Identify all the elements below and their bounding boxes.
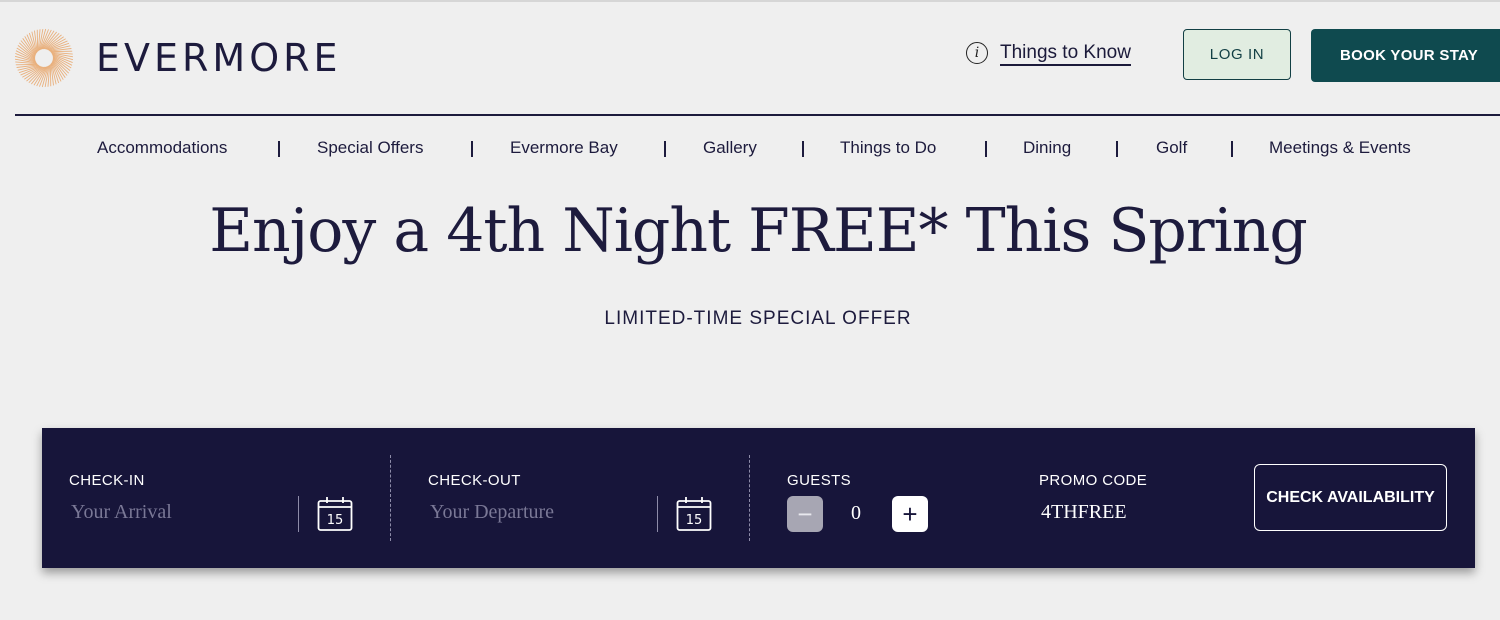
- nav-separator: [278, 141, 280, 157]
- nav-item-evermore-bay[interactable]: Evermore Bay: [510, 138, 618, 158]
- nav-item-accommodations[interactable]: Accommodations: [97, 138, 227, 158]
- nav-item-things-to-do[interactable]: Things to Do: [840, 138, 936, 158]
- promo-code-label: PROMO CODE: [1039, 472, 1148, 489]
- nav-separator: [1116, 141, 1118, 157]
- nav-item-dining[interactable]: Dining: [1023, 138, 1071, 158]
- login-button[interactable]: LOG IN: [1183, 29, 1291, 80]
- plus-icon: +: [902, 498, 918, 529]
- nav-separator: [985, 141, 987, 157]
- things-to-know-link[interactable]: Things to Know: [1000, 42, 1131, 64]
- top-border: [0, 0, 1500, 2]
- nav-item-golf[interactable]: Golf: [1156, 138, 1187, 158]
- calendar-day: 15: [327, 513, 344, 528]
- guests-count: 0: [851, 502, 861, 524]
- section-divider: [390, 455, 391, 541]
- guests-increment-button[interactable]: +: [892, 496, 928, 532]
- calendar-icon[interactable]: 15: [676, 496, 712, 532]
- nav-separator: [664, 141, 666, 157]
- sunburst-logo-icon: [14, 28, 74, 88]
- main-nav: Accommodations Special Offers Evermore B…: [0, 138, 1500, 166]
- checkin-label: CHECK-IN: [69, 472, 145, 489]
- nav-item-special-offers[interactable]: Special Offers: [317, 138, 423, 158]
- check-availability-button[interactable]: CHECK AVAILABILITY: [1254, 464, 1447, 531]
- hero-title: Enjoy a 4th Night FREE* This Spring: [209, 196, 1308, 266]
- nav-separator: [1231, 141, 1233, 157]
- calendar-icon[interactable]: 15: [317, 496, 353, 532]
- header-divider: [15, 114, 1500, 116]
- guests-label: GUESTS: [787, 472, 852, 489]
- brand-logo[interactable]: EVERMORE: [14, 28, 342, 88]
- brand-name: EVERMORE: [96, 36, 342, 80]
- calendar-day: 15: [686, 513, 703, 528]
- hero-subtitle: LIMITED-TIME SPECIAL OFFER: [604, 308, 912, 329]
- nav-separator: [471, 141, 473, 157]
- guests-decrement-button[interactable]: −: [787, 496, 823, 532]
- field-divider: [657, 496, 658, 532]
- checkout-input[interactable]: Your Departure: [430, 501, 554, 524]
- info-icon: i: [966, 42, 988, 64]
- nav-separator: [802, 141, 804, 157]
- things-to-know[interactable]: i Things to Know: [966, 42, 1131, 64]
- section-divider: [749, 455, 750, 541]
- book-your-stay-button[interactable]: BOOK YOUR STAY: [1311, 29, 1500, 82]
- checkout-label: CHECK-OUT: [428, 472, 521, 489]
- nav-item-meetings-events[interactable]: Meetings & Events: [1269, 138, 1411, 158]
- minus-icon: −: [797, 498, 813, 529]
- promo-code-input[interactable]: 4THFREE: [1041, 501, 1127, 524]
- booking-widget: CHECK-IN Your Arrival 15 CHECK-OUT Your …: [42, 428, 1475, 568]
- nav-item-gallery[interactable]: Gallery: [703, 138, 757, 158]
- field-divider: [298, 496, 299, 532]
- checkin-input[interactable]: Your Arrival: [71, 501, 172, 524]
